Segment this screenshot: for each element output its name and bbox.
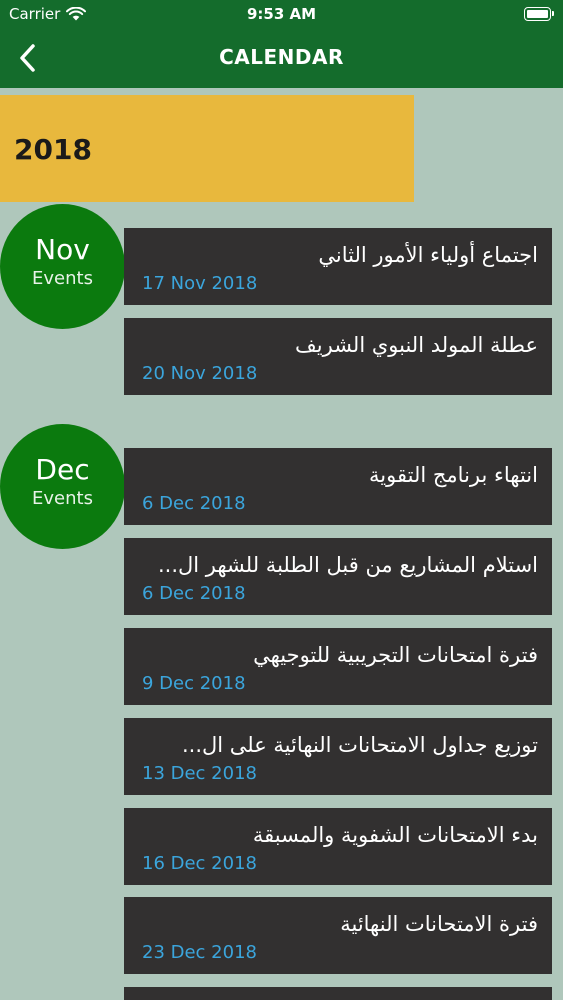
status-bar: Carrier 9:53 AM xyxy=(0,0,563,30)
month-name: Dec xyxy=(35,453,90,486)
event-card[interactable]: انتهاء برنامج التقوية 6 Dec 2018 xyxy=(124,448,552,525)
month-sub-label: Events xyxy=(32,488,93,509)
event-card[interactable]: توزيع جداول الامتحانات النهائية على ال..… xyxy=(124,718,552,795)
event-card[interactable]: فترة الامتحانات النهائية 23 Dec 2018 xyxy=(124,897,552,974)
event-date: 13 Dec 2018 xyxy=(142,763,257,784)
event-title: فترة الامتحانات النهائية xyxy=(340,912,538,936)
status-time: 9:53 AM xyxy=(246,5,317,23)
event-title: بدء الامتحانات الشفوية والمسبقة xyxy=(252,823,538,847)
battery-icon xyxy=(524,7,554,21)
event-card-partial[interactable] xyxy=(124,987,552,1000)
month-name: Nov xyxy=(35,233,90,266)
month-sub-label: Events xyxy=(32,268,93,289)
event-date: 6 Dec 2018 xyxy=(142,493,246,514)
event-date: 9 Dec 2018 xyxy=(142,673,246,694)
page-title: CALENDAR xyxy=(219,45,344,69)
app-header: Carrier 9:53 AM CALENDAR xyxy=(0,0,563,88)
month-badge-dec: Dec Events xyxy=(0,424,125,549)
nav-bar: CALENDAR xyxy=(0,30,563,88)
event-card[interactable]: اجتماع أولياء الأمور الثاني 17 Nov 2018 xyxy=(124,228,552,305)
event-card[interactable]: بدء الامتحانات الشفوية والمسبقة 16 Dec 2… xyxy=(124,808,552,885)
month-badge-nov: Nov Events xyxy=(0,204,125,329)
year-banner: 2018 xyxy=(0,95,414,202)
event-title: انتهاء برنامج التقوية xyxy=(369,463,538,487)
event-card[interactable]: استلام المشاريع من قبل الطلبة للشهر ال..… xyxy=(124,538,552,615)
event-card[interactable]: عطلة المولد النبوي الشريف 20 Nov 2018 xyxy=(124,318,552,395)
event-date: 20 Nov 2018 xyxy=(142,363,258,384)
event-title: استلام المشاريع من قبل الطلبة للشهر ال..… xyxy=(157,553,538,577)
event-date: 6 Dec 2018 xyxy=(142,583,246,604)
year-label: 2018 xyxy=(14,133,92,166)
event-card[interactable]: فترة امتحانات التجريبية للتوجيهي 9 Dec 2… xyxy=(124,628,552,705)
event-date: 23 Dec 2018 xyxy=(142,942,257,963)
event-title: عطلة المولد النبوي الشريف xyxy=(295,333,538,357)
event-title: توزيع جداول الامتحانات النهائية على ال..… xyxy=(181,733,538,757)
event-title: فترة امتحانات التجريبية للتوجيهي xyxy=(253,643,538,667)
event-date: 17 Nov 2018 xyxy=(142,273,258,294)
event-title: اجتماع أولياء الأمور الثاني xyxy=(318,243,538,267)
event-date: 16 Dec 2018 xyxy=(142,853,257,874)
